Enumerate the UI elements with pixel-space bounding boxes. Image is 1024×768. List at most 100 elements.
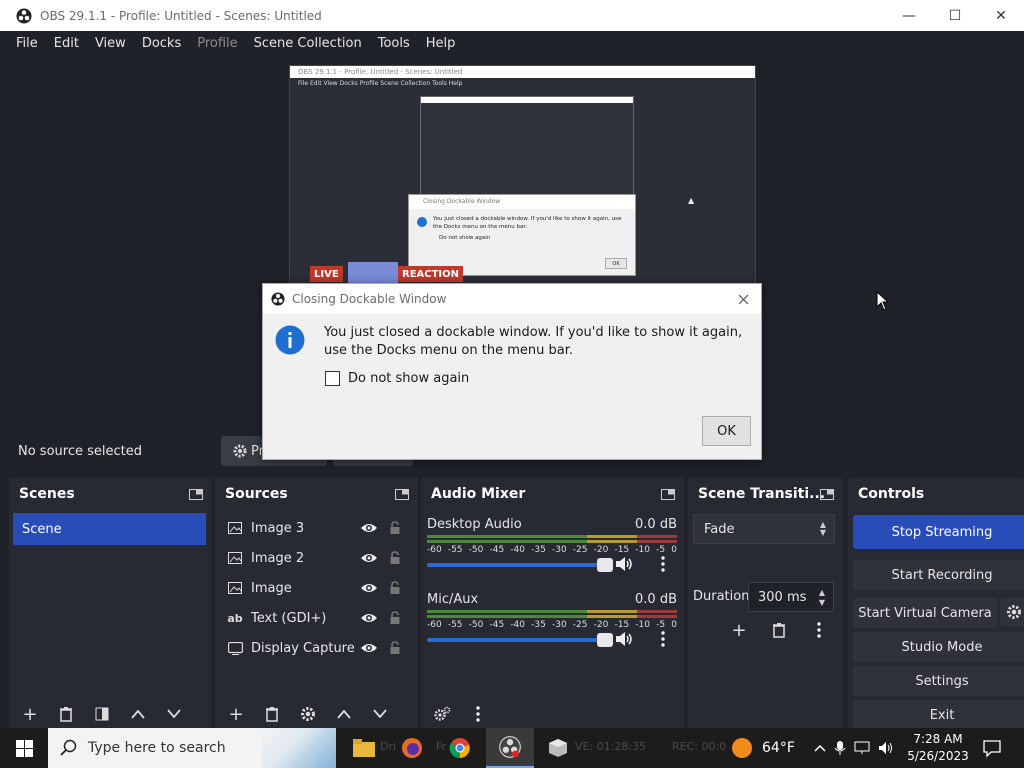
stop-streaming-button[interactable]: Stop Streaming xyxy=(853,515,1024,549)
visibility-eye-icon[interactable] xyxy=(360,611,378,625)
duration-input[interactable]: 300 ms ▲ ▼ xyxy=(748,582,834,612)
network-icon[interactable] xyxy=(854,741,870,755)
undock-icon[interactable] xyxy=(660,486,676,502)
chevron-up-icon[interactable] xyxy=(814,744,826,752)
volume-icon[interactable] xyxy=(878,741,894,755)
lock-icon[interactable] xyxy=(388,551,402,565)
settings-button[interactable]: Settings xyxy=(853,666,1024,696)
lock-icon[interactable] xyxy=(388,521,402,535)
move-source-up-button[interactable] xyxy=(329,700,359,728)
file-explorer-app[interactable] xyxy=(340,728,388,768)
visibility-eye-icon[interactable] xyxy=(360,551,378,565)
microphone-icon[interactable] xyxy=(834,740,846,756)
close-window-button[interactable]: ✕ xyxy=(978,0,1024,31)
menu-help[interactable]: Help xyxy=(418,31,464,57)
remove-scene-button[interactable] xyxy=(51,700,81,728)
firefox-app[interactable] xyxy=(388,728,436,768)
move-source-down-button[interactable] xyxy=(365,700,395,728)
volume-slider-handle[interactable] xyxy=(597,633,613,647)
obs-app[interactable] xyxy=(486,728,534,768)
add-scene-button[interactable]: + xyxy=(15,700,45,728)
add-transition-button[interactable]: + xyxy=(724,616,754,644)
menu-profile[interactable]: Profile xyxy=(189,31,245,57)
exit-button[interactable]: Exit xyxy=(853,700,1024,730)
source-item[interactable]: Display Capture xyxy=(215,633,418,663)
studio-mode-button[interactable]: Studio Mode xyxy=(853,632,1024,662)
visibility-eye-icon[interactable] xyxy=(360,521,378,535)
speaker-icon[interactable] xyxy=(614,630,634,648)
sun-icon xyxy=(732,738,752,758)
dialog-close-button[interactable] xyxy=(735,291,751,307)
tick-label: -15 xyxy=(614,545,630,555)
visibility-eye-icon[interactable] xyxy=(360,581,378,595)
source-item[interactable]: Image 2 xyxy=(215,543,418,573)
source-item[interactable]: Image xyxy=(215,573,418,603)
move-scene-down-button[interactable] xyxy=(159,700,189,728)
ok-button[interactable]: OK xyxy=(702,416,751,446)
menu-file[interactable]: File xyxy=(8,31,46,57)
scenes-header: Scenes xyxy=(9,478,212,510)
undock-icon[interactable] xyxy=(394,486,410,502)
add-source-button[interactable]: + xyxy=(221,700,251,728)
scene-filters-button[interactable] xyxy=(87,700,117,728)
transition-menu-button[interactable] xyxy=(804,616,834,644)
speaker-icon[interactable] xyxy=(614,555,634,573)
menu-tools[interactable]: Tools xyxy=(370,31,418,57)
obs-logo-icon xyxy=(499,736,521,758)
volume-slider-handle[interactable] xyxy=(597,558,613,572)
minimize-button[interactable]: — xyxy=(886,0,932,31)
menu-docks[interactable]: Docks xyxy=(134,31,189,57)
volume-slider[interactable] xyxy=(427,558,613,572)
tick-label: -45 xyxy=(489,620,505,630)
channel-menu-button[interactable] xyxy=(653,628,673,650)
transition-select[interactable]: Fade ▲ ▼ xyxy=(693,514,835,544)
lock-icon[interactable] xyxy=(388,641,402,655)
visibility-eye-icon[interactable] xyxy=(360,641,378,655)
firefox-icon xyxy=(402,738,422,758)
menu-scene-collection[interactable]: Scene Collection xyxy=(246,31,370,57)
sources-header: Sources xyxy=(215,478,418,510)
source-item[interactable]: ab Text (GDI+) xyxy=(215,603,418,633)
controls-body: Stop Streaming Start Recording Start Vir… xyxy=(848,510,1024,730)
nested-dialog-check: Do not show again xyxy=(439,235,491,241)
chrome-app[interactable] xyxy=(436,728,484,768)
start-virtual-camera-button[interactable]: Start Virtual Camera xyxy=(853,598,997,628)
nested-dialog-text: You just closed a dockable window. If yo… xyxy=(433,216,622,230)
lock-icon[interactable] xyxy=(388,611,402,625)
undock-icon[interactable] xyxy=(819,486,835,502)
source-item[interactable]: Image 3 xyxy=(215,513,418,543)
weather-widget[interactable]: 64°F xyxy=(732,728,795,768)
start-recording-button[interactable]: Start Recording xyxy=(853,560,1024,590)
maximize-button[interactable]: ☐ xyxy=(932,0,978,31)
mixer-footer xyxy=(421,698,684,730)
checkbox-box[interactable] xyxy=(325,371,340,386)
channel-menu-button[interactable] xyxy=(653,553,673,575)
chevron-down-icon xyxy=(167,709,181,719)
taskbar-search[interactable]: Type here to search xyxy=(48,728,336,768)
remove-source-button[interactable] xyxy=(257,700,287,728)
remove-transition-button[interactable] xyxy=(764,616,794,644)
duration-value: 300 ms xyxy=(758,589,807,605)
start-button[interactable] xyxy=(0,728,48,768)
taskbar-clock[interactable]: 7:28 AM 5/26/2023 xyxy=(904,731,972,765)
advanced-audio-button[interactable] xyxy=(427,700,457,728)
notifications-icon[interactable] xyxy=(982,738,1002,758)
scene-item[interactable]: Scene xyxy=(13,513,206,545)
undock-icon[interactable] xyxy=(188,486,204,502)
nested-menu: File Edit View Docks Profile Scene Colle… xyxy=(298,80,463,87)
lock-icon[interactable] xyxy=(388,581,402,595)
sources-dock: Sources Image 3 Image 2 Image ab Text (G… xyxy=(215,478,418,730)
menu-view[interactable]: View xyxy=(87,31,134,57)
move-scene-up-button[interactable] xyxy=(123,700,153,728)
dialog-title: Closing Dockable Window xyxy=(292,292,447,306)
source-properties-button[interactable] xyxy=(293,700,323,728)
nested-inner-titlebar xyxy=(421,97,633,103)
volume-slider[interactable] xyxy=(427,633,613,647)
virtual-camera-settings-button[interactable] xyxy=(1000,598,1024,626)
do-not-show-again-checkbox[interactable]: Do not show again xyxy=(325,371,469,386)
mixer-menu-button[interactable] xyxy=(463,700,493,728)
meter-ticks: -60 -55 -50 -45 -40 -35 -30 -25 -20 -15 -10 -5 0 xyxy=(427,545,677,555)
dialog-title-bar: Closing Dockable Window xyxy=(263,284,761,314)
menu-edit[interactable]: Edit xyxy=(46,31,87,57)
spin-arrows-icon[interactable]: ▲ ▼ xyxy=(819,588,825,608)
